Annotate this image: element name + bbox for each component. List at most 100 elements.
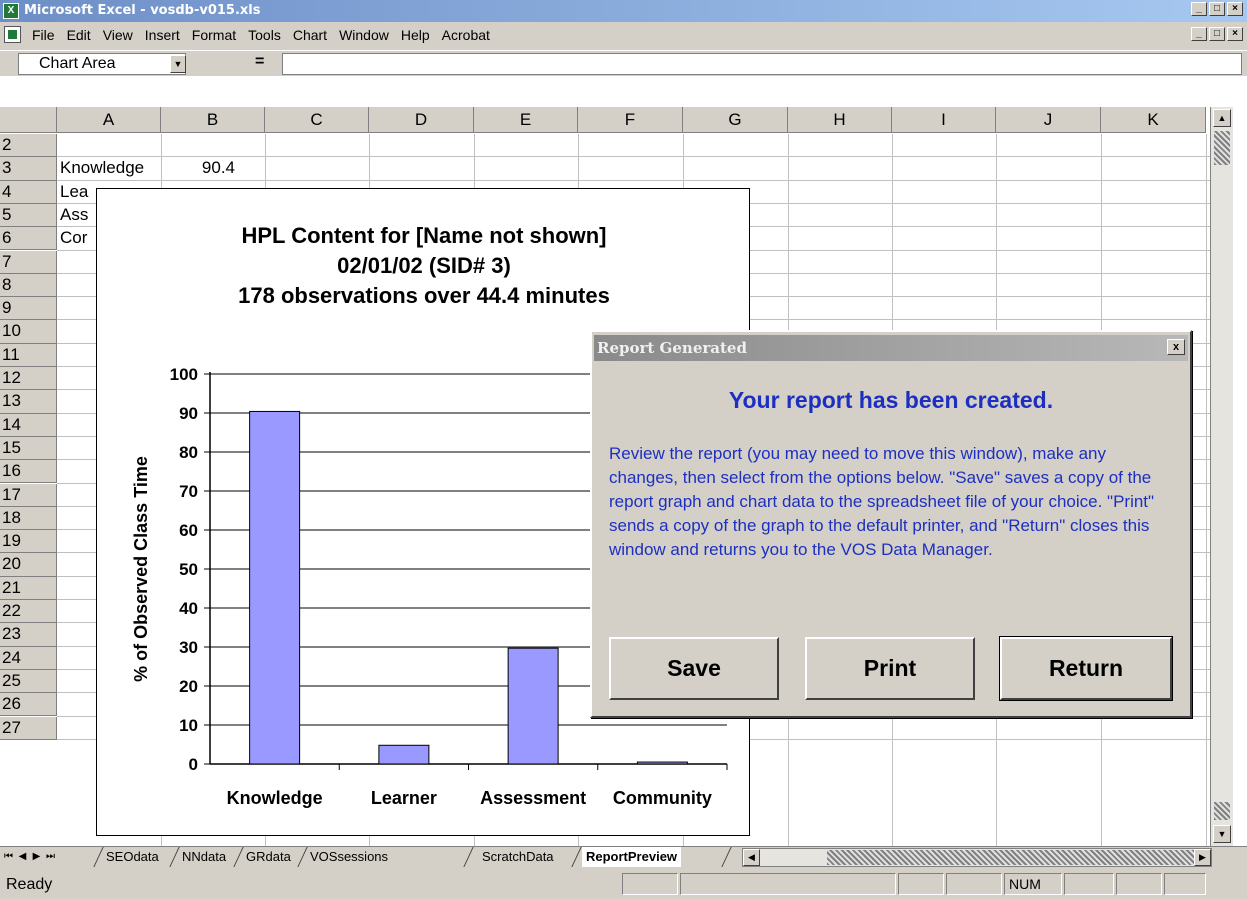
name-box[interactable]: Chart Area — [18, 53, 186, 75]
menu-window[interactable]: Window — [339, 27, 389, 43]
row-header-7[interactable]: 7 — [0, 250, 57, 274]
bar-knowledge — [249, 410, 301, 765]
num-lock-indicator: NUM — [1004, 873, 1062, 895]
workbook-restore-icon[interactable]: □ — [1209, 27, 1225, 41]
menu-tools[interactable]: Tools — [248, 27, 281, 43]
prev-sheet-icon[interactable]: ◀ — [16, 849, 29, 865]
column-header-e[interactable]: E — [474, 107, 578, 133]
horizontal-scroll-thumb[interactable] — [827, 850, 1199, 865]
next-sheet-icon[interactable]: ▶ — [30, 849, 43, 865]
row-header-22[interactable]: 22 — [0, 600, 57, 624]
column-header-f[interactable]: F — [578, 107, 683, 133]
select-all-corner[interactable] — [0, 107, 57, 133]
menu-file[interactable]: File — [32, 27, 55, 43]
scroll-left-icon[interactable]: ◀ — [743, 849, 760, 866]
row-header-10[interactable]: 10 — [0, 320, 57, 344]
row-header-23[interactable]: 23 — [0, 623, 57, 647]
row-header-27[interactable]: 27 — [0, 716, 57, 740]
workbook-icon[interactable] — [4, 26, 21, 43]
sheet-tab-seodata[interactable]: SEOdata — [102, 847, 163, 867]
last-sheet-icon[interactable]: ⏭ — [44, 849, 57, 865]
row-header-4[interactable]: 4 — [0, 180, 57, 204]
report-generated-dialog: Report Generated x Your report has been … — [590, 330, 1192, 718]
formula-bar: Chart Area ▼ = — [0, 50, 1247, 76]
horizontal-scrollbar[interactable]: ◀ ▶ — [742, 848, 1212, 867]
row-header-19[interactable]: 19 — [0, 530, 57, 554]
column-header-j[interactable]: J — [996, 107, 1101, 133]
row-header-15[interactable]: 15 — [0, 436, 57, 461]
row-header-14[interactable]: 14 — [0, 413, 57, 437]
row-header-3[interactable]: 3 — [0, 157, 57, 181]
return-button[interactable]: Return — [999, 636, 1173, 701]
row-header-13[interactable]: 13 — [0, 390, 57, 414]
formula-equals: = — [255, 53, 265, 70]
window-title: Microsoft Excel - vosdb-v015.xls — [24, 3, 261, 18]
workbook-close-icon[interactable]: × — [1227, 27, 1243, 41]
close-icon[interactable]: × — [1227, 2, 1243, 16]
row-header-11[interactable]: 11 — [0, 343, 57, 367]
row-header-24[interactable]: 24 — [0, 646, 57, 670]
dialog-heading: Your report has been created. — [728, 387, 1054, 413]
menu-insert[interactable]: Insert — [145, 27, 180, 43]
cell-a4[interactable]: Lea — [60, 181, 88, 203]
vertical-scrollbar[interactable]: ▲ ▼ — [1210, 107, 1233, 847]
restore-icon[interactable]: □ — [1209, 2, 1225, 16]
y-axis-label: % of Observed Class Time — [131, 456, 151, 682]
menu-format[interactable]: Format — [192, 27, 236, 43]
cell-a3[interactable]: Knowledge — [60, 157, 144, 179]
y-tick-label-10: 10 — [179, 716, 198, 735]
formula-input[interactable] — [282, 53, 1242, 75]
sheet-tab-nndata[interactable]: NNdata — [178, 847, 230, 867]
cell-a6[interactable]: Cor — [60, 227, 87, 249]
row-header-5[interactable]: 5 — [0, 203, 57, 228]
scroll-thumb[interactable] — [1214, 131, 1230, 165]
row-header-2[interactable]: 2 — [0, 134, 57, 158]
menu-help[interactable]: Help — [401, 27, 430, 43]
column-header-a[interactable]: A — [57, 107, 161, 133]
row-header-17[interactable]: 17 — [0, 483, 57, 507]
row-header-25[interactable]: 25 — [0, 669, 57, 694]
row-header-12[interactable]: 12 — [0, 367, 57, 391]
sheet-tab-grdata[interactable]: GRdata — [242, 847, 295, 867]
row-header-9[interactable]: 9 — [0, 297, 57, 321]
cell-a5[interactable]: Ass — [60, 204, 88, 226]
menu-edit[interactable]: Edit — [67, 27, 91, 43]
print-button[interactable]: Print — [805, 637, 975, 700]
column-header-k[interactable]: K — [1101, 107, 1206, 133]
minimize-icon[interactable]: _ — [1191, 2, 1207, 16]
row-header-6[interactable]: 6 — [0, 227, 57, 251]
row-header-8[interactable]: 8 — [0, 273, 57, 298]
column-header-i[interactable]: I — [892, 107, 996, 133]
column-header-c[interactable]: C — [265, 107, 369, 133]
row-header-26[interactable]: 26 — [0, 693, 57, 717]
scroll-down-icon[interactable]: ▼ — [1213, 825, 1231, 843]
sheet-tab-reportpreview[interactable]: ReportPreview — [582, 847, 682, 867]
menu-bar: File Edit View Insert Format Tools Chart… — [0, 22, 1247, 48]
column-header-b[interactable]: B — [161, 107, 265, 133]
column-header-g[interactable]: G — [683, 107, 788, 133]
menu-acrobat[interactable]: Acrobat — [442, 27, 490, 43]
cell-b3[interactable]: 90.4 — [161, 157, 235, 179]
row-header-20[interactable]: 20 — [0, 553, 57, 577]
workbook-minimize-icon[interactable]: _ — [1191, 27, 1207, 41]
dialog-title-bar[interactable]: Report Generated x — [594, 335, 1188, 361]
menu-view[interactable]: View — [103, 27, 133, 43]
menu-chart[interactable]: Chart — [293, 27, 327, 43]
sheet-tab-scratchdata[interactable]: ScratchData — [478, 847, 558, 867]
status-panel-8 — [1164, 873, 1206, 895]
row-header-21[interactable]: 21 — [0, 576, 57, 600]
scroll-up-icon[interactable]: ▲ — [1213, 109, 1231, 127]
first-sheet-icon[interactable]: ⏮ — [2, 849, 15, 865]
excel-app-icon[interactable]: X — [3, 3, 19, 19]
row-header-18[interactable]: 18 — [0, 506, 57, 531]
column-header-h[interactable]: H — [788, 107, 892, 133]
sheet-tab-vossessions[interactable]: VOSsessions — [306, 847, 392, 867]
column-header-d[interactable]: D — [369, 107, 474, 133]
dialog-close-icon[interactable]: x — [1167, 339, 1185, 355]
save-button[interactable]: Save — [609, 637, 779, 700]
chevron-down-icon[interactable]: ▼ — [170, 55, 186, 73]
dialog-body: Review the report (you may need to move … — [609, 444, 1155, 559]
x-tick-label-community: Community — [613, 788, 712, 808]
row-header-16[interactable]: 16 — [0, 460, 57, 484]
scroll-right-icon[interactable]: ▶ — [1194, 849, 1211, 866]
